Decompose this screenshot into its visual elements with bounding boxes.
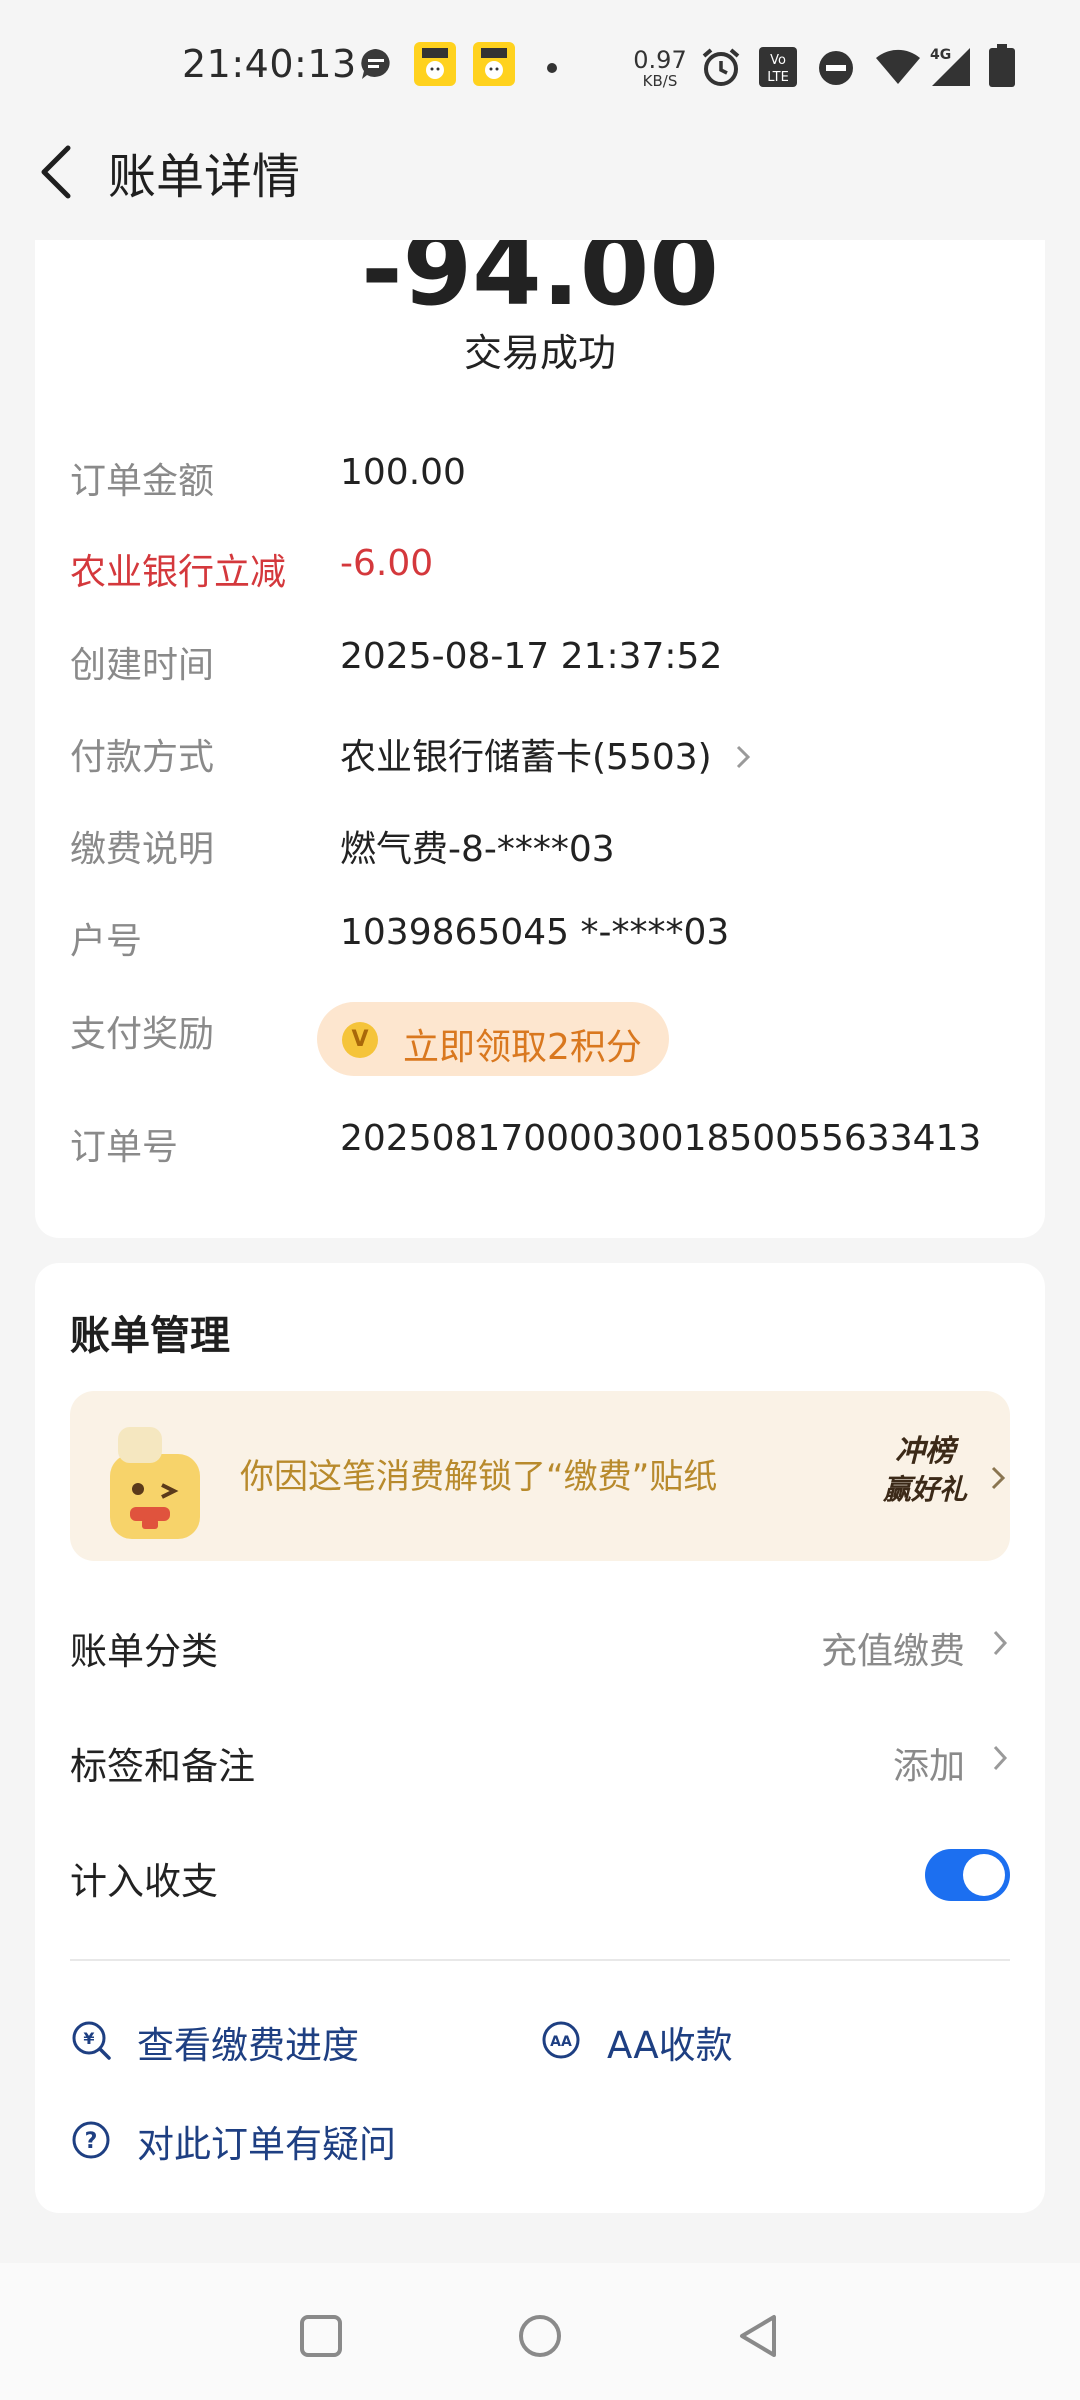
app-notification-icon: [473, 42, 515, 86]
svg-text:LTE: LTE: [767, 70, 789, 85]
volte-icon: Vo LTE: [759, 47, 797, 87]
status-bar: 21:40:13 0.97 KB/S Vo LTE 4G: [0, 0, 1080, 135]
sticker-banner[interactable]: 你因这笔消费解锁了“缴费”贴纸 冲榜 赢好礼: [70, 1391, 1010, 1561]
bill-category-label: 账单分类: [70, 1630, 218, 1673]
transaction-amount: -94.00: [361, 240, 719, 328]
back-button[interactable]: [32, 142, 82, 202]
view-payment-progress-label: 查看缴费进度: [137, 2024, 359, 2067]
points-coin-icon: V: [342, 1022, 378, 1058]
question-icon: ?: [72, 2121, 110, 2159]
mascot-icon: [110, 1427, 200, 1539]
include-income-expense-toggle[interactable]: [925, 1849, 1010, 1901]
bank-discount-value: -6.00: [340, 543, 434, 584]
aa-icon: AA: [542, 2021, 580, 2059]
order-number-label: 订单号: [70, 1127, 179, 1168]
payment-method-value: 农业银行储蓄卡(5503): [340, 737, 712, 778]
claim-points-button[interactable]: V 立即领取2积分: [317, 1002, 669, 1076]
wifi-icon: [876, 49, 920, 84]
chevron-right-icon: [991, 1466, 1006, 1490]
status-time: 21:40:13: [182, 42, 357, 86]
fee-description-label: 缴费说明: [70, 829, 215, 870]
bill-category-value: 充值缴费: [820, 1631, 965, 1672]
claim-points-label: 立即领取2积分: [403, 1027, 642, 1068]
transaction-status: 交易成功: [463, 331, 616, 375]
sticker-banner-text: 你因这笔消费解锁了“缴费”贴纸: [240, 1457, 718, 1497]
tags-notes-value: 添加: [892, 1746, 965, 1787]
back-nav-button[interactable]: [736, 2313, 782, 2359]
account-number-value: 1039865045 *-****03: [340, 912, 730, 953]
page-title: 账单详情: [108, 149, 301, 205]
net-speed: 0.97 KB/S: [633, 46, 687, 90]
payment-reward-label: 支付奖励: [70, 1014, 215, 1055]
alarm-icon: [702, 48, 740, 86]
dot-icon: [547, 63, 557, 73]
fee-description-value: 燃气费-8-****03: [340, 829, 615, 870]
order-amount-value: 100.00: [340, 452, 466, 493]
section-title: 账单管理: [70, 1313, 230, 1359]
home-button[interactable]: [517, 2313, 563, 2359]
tags-notes-label: 标签和备注: [70, 1745, 255, 1788]
chevron-right-icon: [993, 1630, 1008, 1656]
recent-apps-button[interactable]: [298, 2313, 344, 2359]
order-number-value: 2025081700003001850055633413: [340, 1118, 982, 1159]
app-notification-icon: [414, 42, 456, 86]
toggle-knob: [963, 1854, 1005, 1896]
battery-icon: [989, 44, 1015, 87]
chevron-right-icon: [737, 745, 751, 769]
yuan-search-icon: ¥: [72, 2021, 111, 2060]
svg-text:¥: ¥: [83, 2029, 94, 2048]
order-question-label: 对此订单有疑问: [137, 2123, 396, 2166]
include-income-expense-label: 计入收支: [70, 1860, 218, 1903]
chat-bubble-icon: [361, 49, 390, 79]
created-time-value: 2025-08-17 21:37:52: [340, 636, 723, 677]
payment-method-link[interactable]: 农业银行储蓄卡(5503): [340, 728, 753, 780]
account-number-label: 户号: [70, 921, 143, 962]
cellular-signal-icon: 4G: [930, 47, 970, 86]
svg-text:AA: AA: [550, 2034, 572, 2050]
aa-collection-label: AA收款: [607, 2024, 733, 2067]
dnd-icon: [819, 51, 853, 85]
bank-discount-label: 农业银行立减: [70, 552, 287, 593]
bill-detail-card: -94.00 交易成功 订单金额 100.00 农业银行立减 -6.00 创建时…: [35, 240, 1045, 1238]
order-amount-label: 订单金额: [70, 461, 215, 502]
bill-management-card: 账单管理 你因这笔消费解锁了“缴费”贴纸 冲榜 赢好礼 账单分类 充值缴费 标签…: [35, 1263, 1045, 2213]
chevron-right-icon: [993, 1745, 1008, 1771]
svg-text:4G: 4G: [930, 47, 951, 63]
payment-method-label: 付款方式: [70, 737, 215, 778]
divider: [70, 1959, 1010, 1961]
created-time-label: 创建时间: [70, 645, 215, 686]
system-nav-bar: [0, 2263, 1080, 2400]
svg-text:Vo: Vo: [770, 53, 786, 68]
svg-text:?: ?: [85, 2129, 98, 2154]
leaderboard-badge: 冲榜 赢好礼: [882, 1434, 967, 1506]
